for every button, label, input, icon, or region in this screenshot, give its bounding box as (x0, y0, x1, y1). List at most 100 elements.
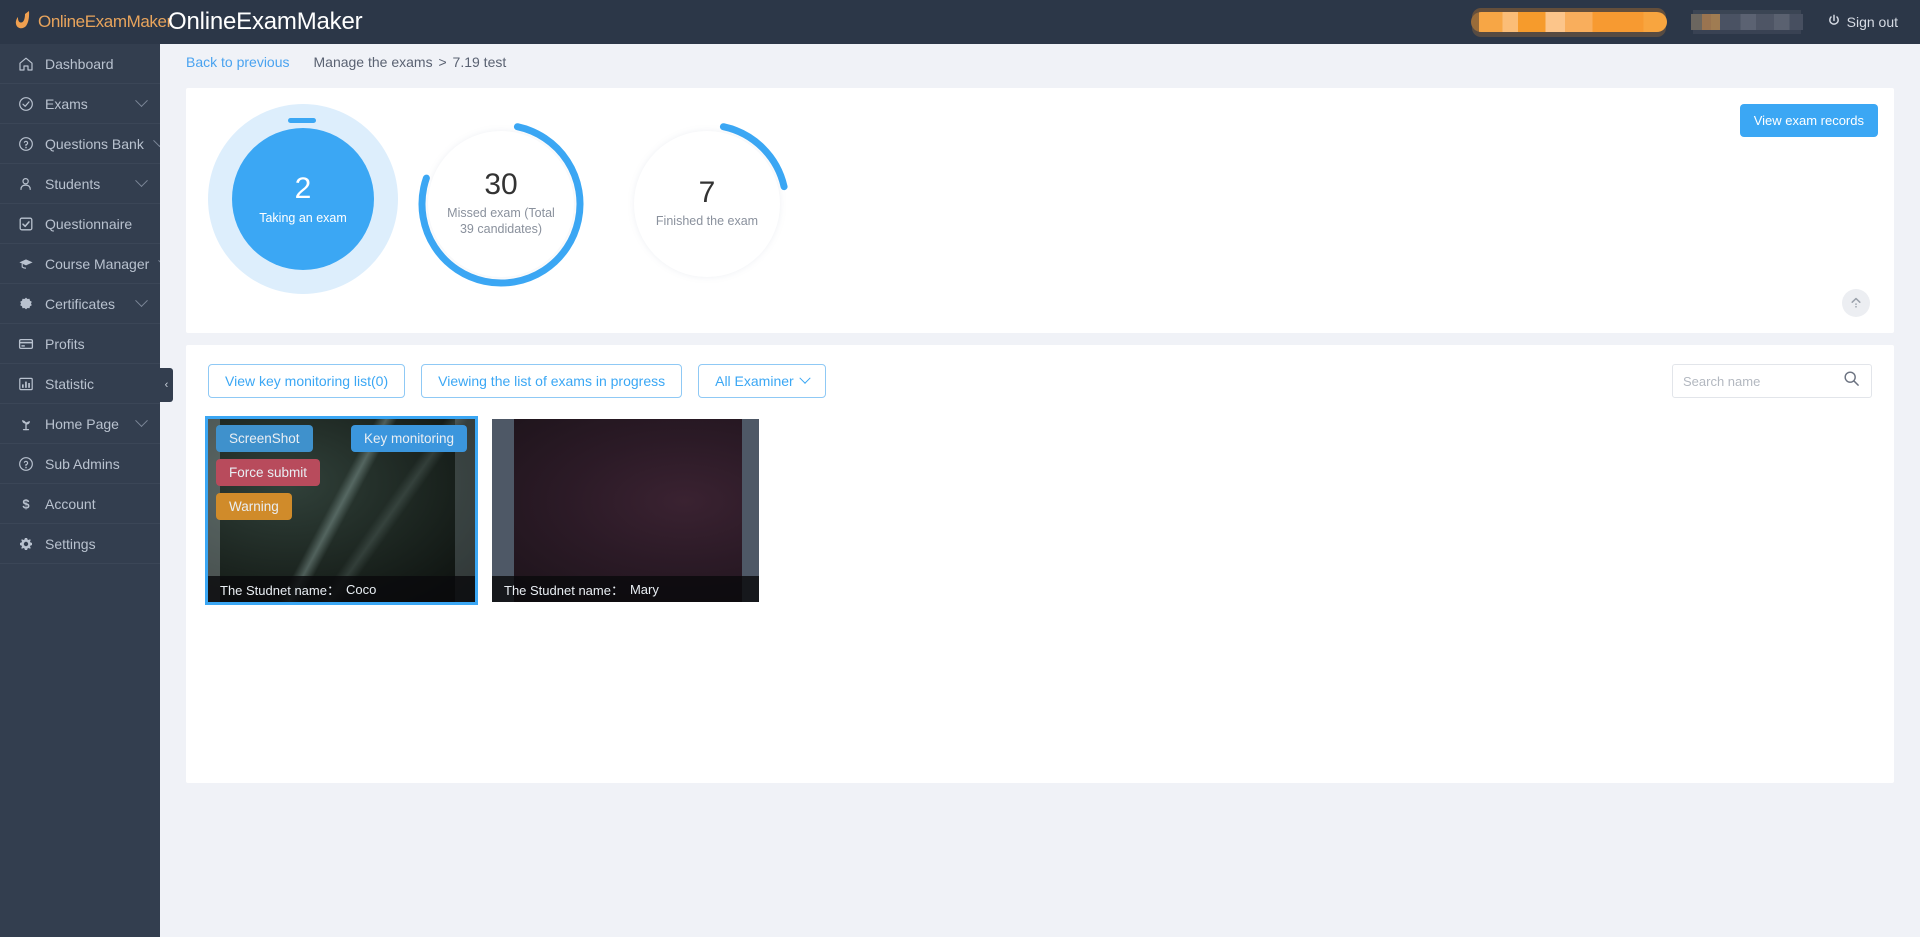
action-row-top: ScreenShot Key monitoring (216, 425, 467, 452)
sidebar-item-settings[interactable]: Settings (0, 524, 160, 564)
svg-text:$: $ (22, 496, 30, 511)
bar-chart-icon (18, 376, 34, 392)
student-name-value: Mary (629, 581, 659, 597)
main-content: Back to previous Manage the exams > 7.19… (160, 44, 1920, 937)
sidebar-item-dashboard[interactable]: Dashboard (0, 44, 160, 84)
action-row-warning: Warning (216, 486, 467, 520)
sidebar-label: Students (45, 175, 101, 192)
stat-inner: 7 Finished the exam (634, 131, 780, 277)
all-examiner-label: All Examiner (715, 373, 794, 389)
stat-card-taking-an-exam[interactable]: 2 Taking an exam (208, 104, 408, 304)
student-name-bar: The Studnet name： Coco (208, 576, 475, 602)
breadcrumb-path: Manage the exams > 7.19 test (314, 54, 507, 70)
badge-icon (18, 296, 34, 312)
all-examiner-dropdown[interactable]: All Examiner (698, 364, 826, 398)
stat-caption: Finished the exam (655, 214, 759, 229)
view-key-monitoring-list-button[interactable]: View key monitoring list(0) (208, 364, 406, 398)
sidebar-label: Settings (45, 535, 96, 552)
monitor-card[interactable]: The Studnet name： Mary (492, 419, 759, 602)
header-right-region: Sign out (1470, 0, 1920, 44)
sidebar-item-students[interactable]: Students (0, 164, 160, 204)
stat-disc: 2 Taking an exam (232, 128, 374, 270)
brand-logo[interactable]: OnlineExamMaker (0, 0, 172, 44)
sidebar-item-exams[interactable]: Exams (0, 84, 160, 124)
sidebar-label: Sub Admins (45, 455, 120, 472)
monitor-card-actions: ScreenShot Key monitoring Force submit W… (208, 419, 475, 526)
chevron-down-icon (799, 372, 811, 384)
stat-circles-group: 2 Taking an exam 30 Missed exam (Total 3… (186, 88, 1894, 304)
viewing-exams-in-progress-button[interactable]: Viewing the list of exams in progress (421, 364, 683, 398)
screenshot-button[interactable]: ScreenShot (216, 425, 313, 452)
sidebar-label: Certificates (45, 295, 116, 312)
exam-stats-panel: View exam records 2 Taking an exam 30 Mi… (186, 88, 1894, 333)
key-monitoring-button[interactable]: Key monitoring (350, 425, 467, 452)
sidebar-item-account[interactable]: $ Account (0, 484, 160, 524)
sidebar-item-questionnaire[interactable]: Questionnaire (0, 204, 160, 244)
checkbox-icon (18, 216, 34, 232)
sidebar-item-sub-admins[interactable]: Sub Admins (0, 444, 160, 484)
stat-card-finished-exam[interactable]: 7 Finished the exam (622, 119, 792, 289)
monitor-card-grid: ScreenShot Key monitoring Force submit W… (205, 416, 1872, 605)
users-icon (18, 176, 34, 192)
student-name-label: The Studnet name： (504, 582, 624, 598)
breadcrumb-separator: > (438, 54, 447, 70)
sidebar-label: Dashboard (45, 55, 114, 72)
power-icon (1827, 14, 1841, 31)
home-icon (18, 56, 34, 72)
stat-inner: 30 Missed exam (Total 39 candidates) (428, 131, 574, 277)
sidebar-label: Statistic (45, 375, 95, 392)
sidebar-collapse-toggle[interactable]: ‹ (160, 368, 173, 402)
sidebar-item-certificates[interactable]: Certificates (0, 284, 160, 324)
stat-value: 30 (484, 168, 518, 202)
question-circle-icon (18, 456, 34, 472)
breadcrumb-section: Manage the exams (313, 54, 433, 70)
sidebar-label: Profits (45, 335, 85, 352)
arrow-up-icon (1851, 297, 1861, 308)
question-circle-icon (18, 136, 34, 152)
search-icon[interactable] (1843, 370, 1860, 392)
video-frame-image (492, 419, 759, 602)
stat-card-missed-exam[interactable]: 30 Missed exam (Total 39 candidates) (416, 119, 586, 289)
sidebar-label: Exams (45, 95, 88, 112)
breadcrumb-current: 7.19 test (452, 54, 507, 70)
force-submit-button[interactable]: Force submit (216, 459, 321, 486)
scroll-to-top-button[interactable] (1842, 289, 1870, 317)
app-title: OnlineExamMaker (168, 8, 363, 35)
video-feed[interactable] (492, 419, 759, 602)
chevron-down-icon (135, 94, 148, 108)
action-row-force: Force submit (216, 452, 467, 486)
monitor-card[interactable]: ScreenShot Key monitoring Force submit W… (205, 416, 478, 605)
sidebar-item-course-manager[interactable]: Course Manager (0, 244, 172, 284)
sidebar-item-home-page[interactable]: Home Page (0, 404, 160, 444)
sidebar-item-questions-bank[interactable]: Questions Bank (0, 124, 166, 164)
breadcrumb: Back to previous Manage the exams > 7.19… (160, 44, 1920, 80)
dollar-icon: $ (18, 496, 34, 512)
sidebar-item-statistic[interactable]: Statistic (0, 364, 160, 404)
sidebar-label: Questions Bank (45, 135, 144, 152)
stat-value: 7 (698, 176, 716, 210)
sidebar-label: Questionnaire (45, 215, 133, 232)
check-circle-icon (18, 96, 34, 112)
chevron-down-icon (135, 294, 148, 308)
card-icon (18, 336, 34, 352)
sidebar-label: Home Page (45, 415, 119, 432)
stat-caption: Missed exam (Total 39 candidates) (447, 206, 555, 236)
chevron-down-icon (135, 174, 148, 188)
monitor-toolbar: View key monitoring list(0) Viewing the … (208, 363, 1872, 399)
view-exam-records-button[interactable]: View exam records (1739, 104, 1878, 137)
sign-out-button[interactable]: Sign out (1827, 14, 1898, 31)
sign-out-label: Sign out (1846, 14, 1898, 30)
stat-caption: Taking an exam (259, 210, 347, 225)
redacted-account-badge (1470, 12, 1667, 32)
search-input[interactable] (1683, 373, 1843, 389)
stat-progress-tick (288, 118, 316, 123)
search-name-box[interactable] (1672, 364, 1872, 398)
sidebar-item-profits[interactable]: Profits (0, 324, 160, 364)
sidebar-nav: Dashboard Exams Questions Bank Students … (0, 44, 172, 937)
warning-button[interactable]: Warning (216, 493, 292, 520)
stat-value: 2 (294, 171, 312, 205)
back-to-previous-link[interactable]: Back to previous (186, 54, 290, 70)
student-name-bar: The Studnet name： Mary (492, 576, 759, 602)
gear-icon (18, 536, 34, 552)
student-name-value: Coco (345, 581, 377, 597)
